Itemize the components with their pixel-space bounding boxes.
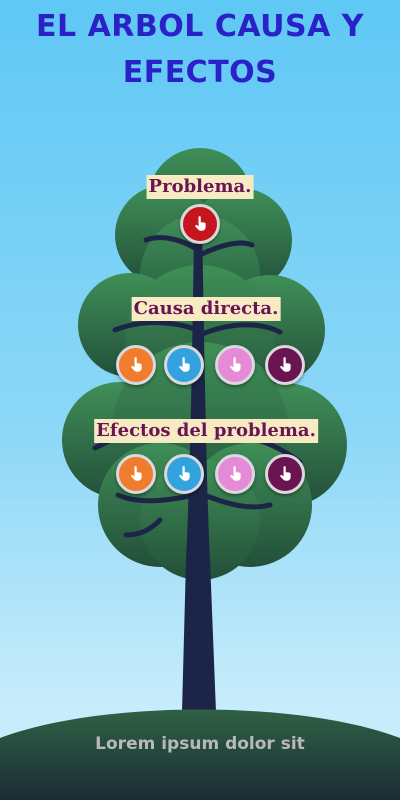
problem-label: Problema. [146, 175, 254, 199]
hand-pointer-icon [230, 357, 241, 372]
hand-pointer-icon [131, 466, 142, 481]
effect-button-orange[interactable] [116, 454, 156, 494]
footer-text: Lorem ipsum dolor sit [95, 734, 305, 754]
causes-label: Causa directa. [131, 297, 281, 321]
hand-pointer-icon [195, 216, 206, 231]
problem-button[interactable] [180, 204, 220, 244]
hand-pointer-icon [280, 466, 291, 481]
effect-button-pink[interactable] [215, 454, 255, 494]
page-title: EL ARBOL CAUSA Y EFECTOS [36, 9, 364, 90]
effect-button-blue[interactable] [164, 454, 204, 494]
effects-label: Efectos del problema. [94, 419, 318, 443]
hand-pointer-icon [179, 357, 190, 372]
hand-pointer-icon [230, 466, 241, 481]
effect-button-purple[interactable] [265, 454, 305, 494]
cause-button-blue[interactable] [164, 345, 204, 385]
hand-pointer-icon [131, 357, 142, 372]
cause-button-orange[interactable] [116, 345, 156, 385]
cause-button-pink[interactable] [215, 345, 255, 385]
cause-button-purple[interactable] [265, 345, 305, 385]
hand-pointer-icon [179, 466, 190, 481]
tree-illustration [0, 148, 400, 800]
hand-pointer-icon [280, 357, 291, 372]
